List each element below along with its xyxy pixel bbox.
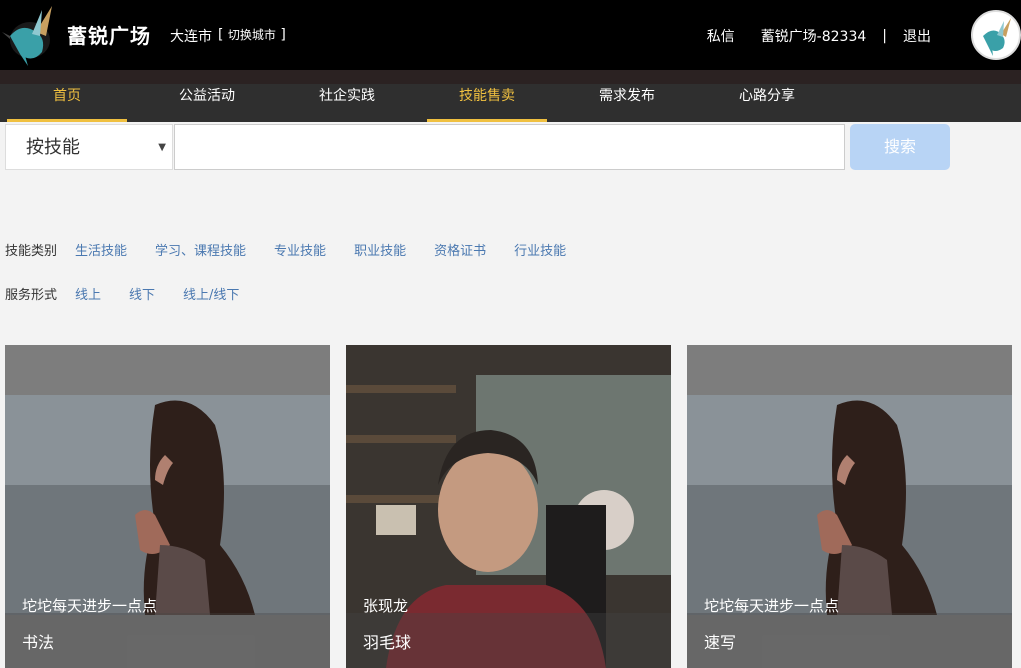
messages-link[interactable]: 私信 [707,26,735,46]
filter-option-offline[interactable]: 线下 [129,284,155,303]
logout-link[interactable]: 退出 [903,26,931,46]
nav-social-practice[interactable]: 社企实践 [287,84,407,122]
avatar-hummingbird-icon [983,18,1011,56]
header-divider [0,70,1021,84]
filter-option-professional[interactable]: 专业技能 [274,240,326,259]
chevron-down-icon: ▼ [158,142,166,153]
card-skill-title: 书法 [22,633,55,652]
nav-home[interactable]: 首页 [7,84,127,122]
filter-option-both[interactable]: 线上/线下 [183,284,239,303]
filter-option-industry[interactable]: 行业技能 [514,240,566,259]
hummingbird-logo-icon[interactable] [2,2,58,68]
filter-label-service: 服务形式 [5,288,58,303]
filter-label-category: 技能类别 [5,244,58,259]
filter-option-career[interactable]: 职业技能 [354,240,406,259]
switch-city-label: 切换城市 [227,28,276,42]
filter-option-study[interactable]: 学习、课程技能 [155,240,246,259]
nav-demand-post[interactable]: 需求发布 [567,84,687,122]
avatar[interactable] [971,10,1021,60]
skill-card[interactable]: 坨坨每天进步一点点 书法 [5,345,330,668]
search-input[interactable] [174,124,845,170]
card-skill-title: 羽毛球 [363,633,412,652]
filter-option-online[interactable]: 线上 [75,284,101,303]
nav-journey-share[interactable]: 心路分享 [707,84,827,122]
separator: | [882,28,887,44]
card-author: 坨坨每天进步一点点 [704,597,840,615]
search-type-value: 按技能 [26,137,80,158]
filter-option-life[interactable]: 生活技能 [75,240,127,259]
card-author: 张现龙 [363,597,409,615]
current-city: 大连市 [170,29,212,45]
main-nav: 首页 公益活动 社企实践 技能售卖 需求发布 心路分享 [0,84,1021,122]
nav-charity[interactable]: 公益活动 [147,84,267,122]
switch-city-link[interactable]: [ 切换城市 ] [218,26,286,43]
card-author: 坨坨每天进步一点点 [22,597,158,615]
search-button[interactable]: 搜索 [850,124,950,170]
card-skill-title: 速写 [704,633,737,652]
skill-card[interactable]: 张现龙 羽毛球 [346,345,671,668]
filter-option-certificate[interactable]: 资格证书 [434,240,486,259]
top-header: 蓄锐广场 大连市 [ 切换城市 ] 私信 蓄锐广场-82334 | 退出 [0,0,1021,70]
skill-category-filter: 技能类别 生活技能 学习、课程技能 专业技能 职业技能 资格证书 行业技能 [5,240,594,259]
skill-card[interactable]: 坨坨每天进步一点点 速写 [687,345,1012,668]
brand-name[interactable]: 蓄锐广场 [67,20,151,49]
username-link[interactable]: 蓄锐广场-82334 [761,26,867,46]
nav-skill-sales[interactable]: 技能售卖 [427,84,547,122]
search-type-select[interactable]: 按技能 ▼ [5,124,173,170]
service-mode-filter: 服务形式 线上 线下 线上/线下 [5,284,267,303]
user-menu: 私信 蓄锐广场-82334 | 退出 [707,26,931,46]
